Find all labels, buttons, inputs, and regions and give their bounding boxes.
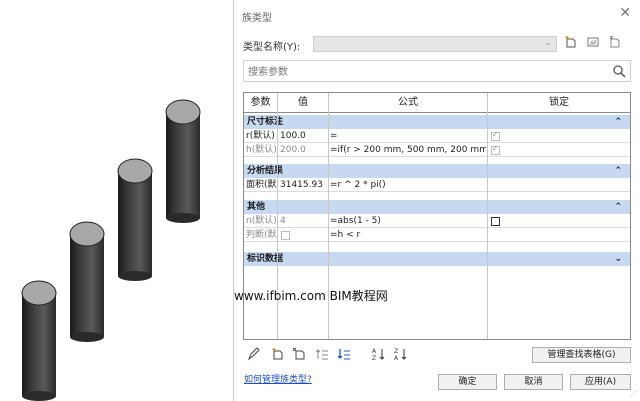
param-formula[interactable]: =abs(1 - 5): [330, 215, 486, 228]
svg-text:A: A: [394, 355, 399, 361]
collapse-icon[interactable]: ⌃: [614, 200, 622, 214]
search-input[interactable]: 搜索参数: [243, 60, 631, 82]
param-name: h(默认): [246, 145, 277, 155]
group-label: 其他: [247, 202, 266, 212]
sort-ascending-icon[interactable]: AZ: [371, 347, 387, 362]
search-placeholder: 搜索参数: [248, 67, 288, 78]
param-formula[interactable]: =h < r: [330, 229, 486, 242]
family-types-dialog: 族类型 ✕ 类型名称(Y): ⌄ A 搜索参数 参数 值 公式 锁定 尺寸标注 …: [233, 0, 640, 401]
column-divider: [487, 93, 488, 339]
collapse-icon[interactable]: ⌃: [614, 115, 622, 129]
group-identity-data[interactable]: 标识数据 ⌄: [244, 252, 630, 266]
svg-text:Z: Z: [372, 355, 376, 361]
cylinder-1[interactable]: [21, 280, 57, 401]
manage-lookup-tables-button[interactable]: 管理查找表格(G): [532, 347, 631, 363]
lock-checkbox[interactable]: [491, 217, 500, 226]
sort-descending-icon[interactable]: ZA: [393, 347, 409, 362]
ok-button[interactable]: 确定: [438, 374, 497, 390]
table-row[interactable]: 判断(默 =h < r: [244, 229, 630, 242]
type-name-select[interactable]: ⌄: [313, 36, 557, 52]
cylinder-3[interactable]: [117, 158, 153, 281]
lock-checkbox[interactable]: [491, 144, 500, 155]
close-icon[interactable]: ✕: [619, 5, 631, 21]
param-value[interactable]: 200.0: [280, 144, 329, 157]
apply-button[interactable]: 应用(A): [570, 374, 631, 390]
new-parameter-icon[interactable]: [269, 347, 285, 361]
delete-parameter-icon[interactable]: [291, 347, 307, 361]
dialog-title: 族类型: [242, 13, 272, 24]
param-formula[interactable]: =if(r > 200 mm, 500 mm, 200 mm): [330, 144, 486, 157]
edit-parameter-icon[interactable]: [246, 347, 262, 361]
svg-text:Z: Z: [394, 348, 398, 355]
cylinder-2[interactable]: [69, 221, 105, 342]
table-row[interactable]: 面积(默 31415.93 =r ^ 2 * pi(): [244, 179, 630, 192]
cylinder-4[interactable]: [165, 99, 201, 223]
chevron-down-icon: ⌄: [544, 38, 552, 48]
screen: 族类型 ✕ 类型名称(Y): ⌄ A 搜索参数 参数 值 公式 锁定 尺寸标注 …: [0, 0, 640, 401]
watermark: www.ifbim.com BIM教程网: [234, 289, 388, 303]
lock-checkbox[interactable]: [491, 130, 500, 141]
help-link[interactable]: 如何管理族类型?: [244, 372, 312, 385]
param-formula[interactable]: =: [330, 130, 486, 143]
model-viewport[interactable]: [0, 0, 232, 401]
collapse-icon[interactable]: ⌃: [614, 164, 622, 178]
column-header-lock[interactable]: 锁定: [488, 93, 630, 113]
value-checkbox[interactable]: [281, 231, 290, 240]
new-type-icon[interactable]: [563, 35, 579, 51]
column-header-parameter[interactable]: 参数: [244, 93, 277, 113]
rename-type-icon[interactable]: A: [585, 35, 601, 51]
param-name: 判断(默: [246, 230, 277, 240]
type-name-label: 类型名称(Y):: [243, 42, 301, 53]
column-header-value[interactable]: 值: [278, 93, 328, 113]
title-bar[interactable]: 族类型 ✕: [234, 0, 640, 30]
param-value: 31415.93: [280, 180, 323, 190]
param-name: r(默认): [246, 131, 275, 141]
column-header-formula[interactable]: 公式: [329, 93, 487, 113]
table-row[interactable]: r(默认) 100.0 =: [244, 130, 630, 143]
group-analysis-results[interactable]: 分析结果 ⌃: [244, 164, 630, 178]
cancel-button[interactable]: 取消: [504, 374, 563, 390]
delete-type-icon[interactable]: [607, 35, 623, 51]
move-down-icon[interactable]: [336, 347, 352, 361]
param-name: 面积(默: [246, 180, 277, 190]
group-dimensions[interactable]: 尺寸标注 ⌃: [244, 115, 630, 129]
resize-grip-icon[interactable]: ⋰: [630, 390, 637, 398]
table-row[interactable]: n(默认) 4 =abs(1 - 5): [244, 215, 630, 228]
group-other[interactable]: 其他 ⌃: [244, 200, 630, 214]
search-icon[interactable]: [612, 64, 626, 81]
param-value[interactable]: 4: [280, 215, 329, 228]
table-row[interactable]: h(默认) 200.0 =if(r > 200 mm, 500 mm, 200 …: [244, 144, 630, 157]
move-up-icon[interactable]: [314, 347, 330, 361]
param-value[interactable]: 100.0: [280, 130, 329, 143]
svg-text:A: A: [372, 348, 377, 355]
param-formula[interactable]: =r ^ 2 * pi(): [330, 179, 486, 192]
expand-icon[interactable]: ⌄: [614, 252, 622, 266]
param-name: n(默认): [246, 216, 277, 226]
